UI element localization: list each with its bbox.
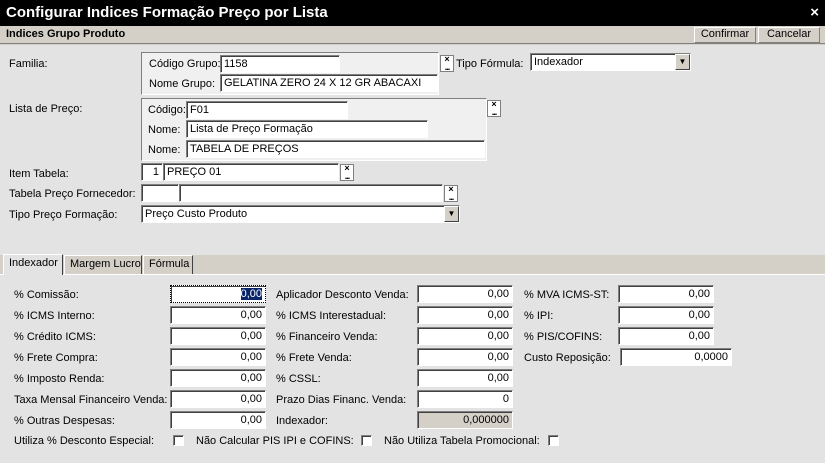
taxa-mensal-field[interactable]: 0,00 [170,390,266,408]
lista-codigo-label: Código: [148,104,186,116]
financeiro-venda-label: % Financeiro Venda: [276,331,378,343]
tabela-fornecedor-code-field[interactable] [141,184,179,202]
item-tabela-field[interactable]: PREÇO 01 [163,163,339,181]
indexador-label: Indexador: [276,415,328,427]
lista-preco-group: Código: F01 Nome: Lista de Preço Formaçã… [141,98,487,161]
tipo-formula-label: Tipo Fórmula: [456,58,524,70]
tabela-nome-label: Nome: [148,144,181,156]
comissao-value: 0,00 [240,288,262,300]
nome-grupo-label: Nome Grupo: [149,78,216,90]
ellipsis-icon: ... [344,171,351,181]
icms-interno-label: % ICMS Interno: [14,310,95,322]
aplicador-desconto-label: Aplicador Desconto Venda: [276,289,409,301]
outras-despesas-field[interactable]: 0,00 [170,411,266,429]
prazo-dias-label: Prazo Dias Financ. Venda: [276,394,407,406]
tipo-formula-value: Indexador [534,56,583,68]
tabela-fornecedor-picker-button[interactable]: × ... [444,185,458,202]
tipo-preco-select[interactable]: Preço Custo Produto ▼ [141,205,460,223]
taxa-mensal-label: Taxa Mensal Financeiro Venda: [14,394,168,406]
custo-reposicao-field[interactable]: 0,0000 [620,348,732,366]
title-bar: Configurar Indices Formação Preço por Li… [0,0,825,26]
ellipsis-icon: ... [491,107,498,117]
cssl-label: % CSSL: [276,373,321,385]
item-tabela-label: Item Tabela: [9,168,69,180]
aplicador-desconto-field[interactable]: 0,00 [417,285,513,303]
ipi-label: % IPI: [524,310,554,322]
nao-calcular-pis-label: Não Calcular PIS IPI e COFINS: [196,435,354,447]
ellipsis-icon: ... [448,192,455,202]
tab-strip: Indexador Margem Lucro Fórmula [0,254,825,275]
window-title: Configurar Indices Formação Preço por Li… [6,4,328,21]
tipo-preco-value: Preço Custo Produto [145,208,248,220]
imposto-renda-label: % Imposto Renda: [14,373,105,385]
frete-venda-label: % Frete Venda: [276,352,352,364]
tabela-promocional-label: Não Utiliza Tabela Promocional: [384,435,540,447]
lista-nome-field[interactable]: Lista de Preço Formação [186,120,428,138]
indexador-tab-panel: % Comissão: 0,00 % ICMS Interno: 0,00 % … [0,274,825,463]
ellipsis-icon: ... [444,62,451,72]
form-panel: Familia: Código Grupo: 1158 Nome Grupo: … [0,45,825,255]
frete-compra-field[interactable]: 0,00 [170,348,266,366]
familia-group: Código Grupo: 1158 Nome Grupo: GELATINA … [141,52,439,95]
tipo-formula-select[interactable]: Indexador ▼ [530,53,691,71]
comissao-field[interactable]: 0,00 [170,285,266,303]
comissao-label: % Comissão: [14,289,79,301]
confirm-button[interactable]: Confirmar [694,27,756,43]
close-icon[interactable]: × [810,4,819,21]
pis-cofins-label: % PIS/COFINS: [524,331,603,343]
nao-calcular-pis-checkbox[interactable] [361,435,372,446]
section-header: Indices Grupo Produto Confirmar Cancelar [0,26,825,44]
tabela-promocional-checkbox[interactable] [548,435,559,446]
section-title: Indices Grupo Produto [6,28,126,40]
chevron-down-icon[interactable]: ▼ [675,54,690,70]
item-tabela-num-field[interactable]: 1 [141,163,163,181]
frete-compra-label: % Frete Compra: [14,352,98,364]
tabela-fornecedor-name-field[interactable] [179,184,443,202]
tab-indexador[interactable]: Indexador [3,254,63,275]
familia-picker-button[interactable]: × ... [440,55,454,72]
prazo-dias-field[interactable]: 0 [417,390,513,408]
cssl-field[interactable]: 0,00 [417,369,513,387]
icms-interestadual-label: % ICMS Interestadual: [276,310,387,322]
lista-picker-button[interactable]: × ... [487,100,501,117]
cancel-button[interactable]: Cancelar [758,27,820,43]
imposto-renda-field[interactable]: 0,00 [170,369,266,387]
chevron-down-icon[interactable]: ▼ [444,206,459,222]
pis-cofins-field[interactable]: 0,00 [618,327,714,345]
lista-codigo-field[interactable]: F01 [186,101,348,119]
item-tabela-picker-button[interactable]: × ... [340,164,354,181]
lista-preco-label: Lista de Preço: [9,103,83,115]
credito-icms-label: % Crédito ICMS: [14,331,96,343]
tipo-preco-label: Tipo Preço Formação: [9,209,118,221]
indexador-field: 0,000000 [417,411,513,429]
tabela-fornecedor-label: Tabela Preço Fornecedor: [9,188,136,200]
mva-icms-st-label: % MVA ICMS-ST: [524,289,610,301]
credito-icms-field[interactable]: 0,00 [170,327,266,345]
tab-formula[interactable]: Fórmula [143,255,193,274]
financeiro-venda-field[interactable]: 0,00 [417,327,513,345]
tabela-nome-field[interactable]: TABELA DE PREÇOS [186,140,485,158]
desconto-especial-label: Utiliza % Desconto Especial: [14,435,155,447]
icms-interno-field[interactable]: 0,00 [170,306,266,324]
desconto-especial-checkbox[interactable] [173,435,184,446]
lista-nome-label: Nome: [148,124,181,136]
icms-interestadual-field[interactable]: 0,00 [417,306,513,324]
tab-margem-lucro[interactable]: Margem Lucro [64,255,142,274]
ipi-field[interactable]: 0,00 [618,306,714,324]
mva-icms-st-field[interactable]: 0,00 [618,285,714,303]
frete-venda-field[interactable]: 0,00 [417,348,513,366]
codigo-grupo-field[interactable]: 1158 [220,55,340,73]
custo-reposicao-label: Custo Reposição: [524,352,611,364]
outras-despesas-label: % Outras Despesas: [14,415,115,427]
nome-grupo-field[interactable]: GELATINA ZERO 24 X 12 GR ABACAXI [220,74,438,92]
codigo-grupo-label: Código Grupo: [149,58,221,70]
familia-label: Familia: [9,58,48,70]
